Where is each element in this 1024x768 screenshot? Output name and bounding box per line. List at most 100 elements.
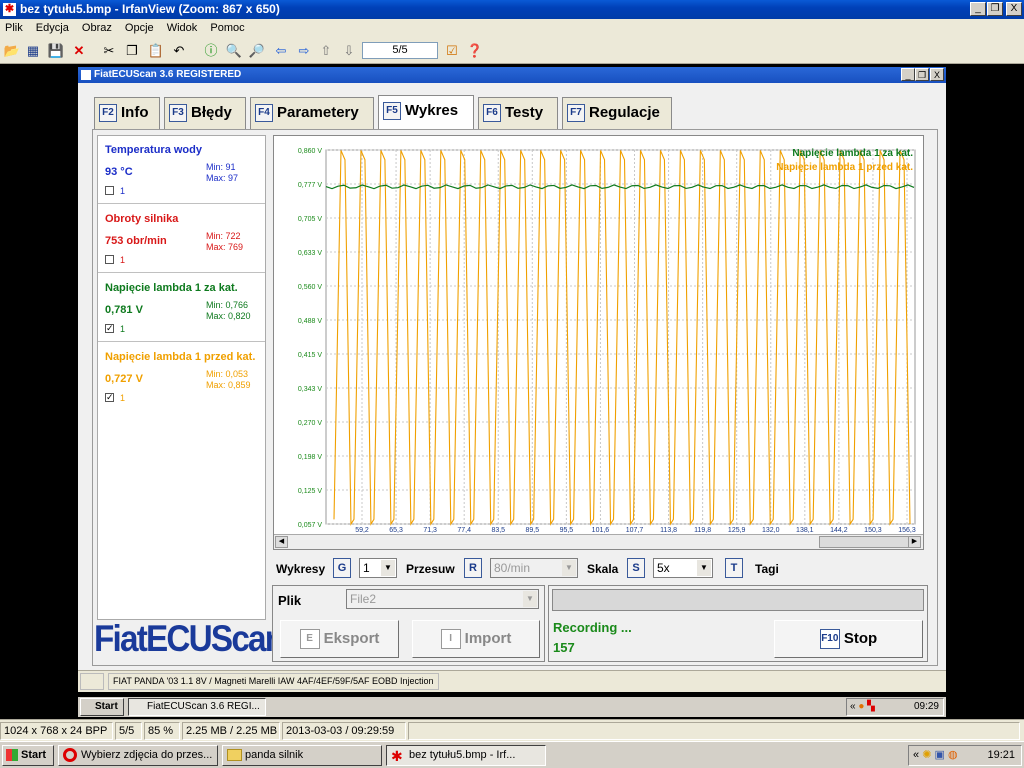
sensor-checkbox[interactable] — [105, 255, 114, 264]
przesuw-label: Przesuw — [406, 562, 455, 576]
wykresy-select[interactable]: 1 ▼ — [359, 558, 397, 578]
tab-regulacje[interactable]: F7 Regulacje — [562, 97, 672, 129]
menu-pomoc[interactable]: Pomoc — [205, 19, 249, 37]
close-button[interactable]: X — [1006, 2, 1022, 16]
tray-flag-icon[interactable]: ▚ — [867, 701, 875, 712]
task-irfanview[interactable]: ✱ bez tytułu5.bmp - Irf... — [386, 745, 546, 766]
previous-icon[interactable]: ⇦ — [272, 42, 290, 60]
up-icon[interactable]: ⇧ — [317, 42, 335, 60]
task-label: Wybierz zdjęcia do przes... — [81, 749, 213, 761]
scroll-thumb[interactable] — [819, 536, 909, 548]
inner-task-fiatecuscan[interactable]: FiatECUScan 3.6 REGI... — [128, 698, 266, 716]
minimize-button[interactable]: _ — [970, 2, 986, 16]
tab-wykres[interactable]: F5 Wykres — [378, 95, 474, 129]
menu-opcje[interactable]: Opcje — [120, 19, 159, 37]
import-button[interactable]: I Import — [412, 620, 540, 658]
chart-area: 0,860 V 0,777 V 0,705 V 0,633 V 0,560 V 0,488… — [273, 135, 924, 550]
skala-value: 5x — [657, 561, 670, 575]
restore-button[interactable]: ❐ — [987, 2, 1003, 16]
app-restore-button[interactable]: ❐ — [915, 68, 929, 81]
undo-icon[interactable]: ↶ — [170, 42, 188, 60]
stop-button[interactable]: F10 Stop — [774, 620, 923, 658]
zoom-in-icon[interactable]: 🔍 — [225, 42, 243, 60]
inner-start-button[interactable]: Start — [80, 698, 124, 716]
menu-widok[interactable]: Widok — [162, 19, 203, 37]
antivirus-icon[interactable]: ◍ — [948, 749, 958, 761]
info-icon[interactable]: ⓘ — [202, 42, 220, 60]
tagi-key[interactable]: T — [725, 558, 743, 578]
sensor-min: Min: 0,053 — [206, 369, 249, 379]
sun-icon[interactable]: ✺ — [922, 749, 931, 761]
network-icon[interactable]: ▣ — [934, 749, 944, 761]
przesuw-select[interactable]: 80/min ▼ — [490, 558, 578, 578]
next-icon[interactable]: ⇨ — [295, 42, 313, 60]
sensor-value: 93 °C — [105, 166, 133, 178]
x-tick-label: 132,0 — [762, 527, 780, 534]
tab-info[interactable]: F2 Info — [94, 97, 160, 129]
line-chart: 0,860 V 0,777 V 0,705 V 0,633 V 0,560 V 0,488… — [298, 148, 916, 534]
dropdown-arrow-icon[interactable]: ▼ — [523, 591, 537, 607]
skala-key[interactable]: S — [627, 558, 645, 578]
dropdown-arrow-icon[interactable]: ▼ — [697, 560, 711, 576]
app-close-button[interactable]: X — [930, 68, 944, 81]
dropdown-arrow-icon[interactable]: ▼ — [381, 560, 395, 576]
menu-obraz[interactable]: Obraz — [77, 19, 117, 37]
help-icon[interactable]: ❓ — [466, 42, 484, 60]
tab-key: F5 — [383, 102, 401, 121]
tray-app-icon[interactable]: ● — [858, 701, 864, 712]
tab-label: Wykres — [405, 102, 459, 119]
file-select[interactable]: File2 ▼ — [346, 589, 539, 609]
tab-bledy[interactable]: F3 Błędy — [164, 97, 246, 129]
przesuw-key[interactable]: R — [464, 558, 482, 578]
tray-chevron-icon[interactable]: « — [913, 749, 919, 761]
wykresy-key[interactable]: G — [333, 558, 351, 578]
file-date: 2013-03-03 / 09:29:59 — [282, 722, 406, 740]
tab-parametery[interactable]: F4 Parametery — [250, 97, 374, 129]
task-opera[interactable]: Wybierz zdjęcia do przes... — [58, 745, 218, 766]
sensor-value: 0,781 V — [105, 304, 143, 316]
menu-bar: Plik Edycja Obraz Opcje Widok Pomoc — [0, 19, 1024, 38]
import-label: Import — [464, 630, 512, 647]
y-tick-label: 0,415 V — [298, 352, 322, 359]
scroll-right-icon[interactable]: ▶ — [908, 536, 921, 548]
sensor-obroty: Obroty silnika 753 obr/min Min: 722 Max: … — [98, 205, 265, 273]
open-folder-icon[interactable]: 📂 — [3, 42, 21, 60]
cut-icon[interactable]: ✂ — [100, 42, 118, 60]
menu-edycja[interactable]: Edycja — [31, 19, 74, 37]
sensor-minmax: Min: 0,053 Max: 0,859 — [206, 369, 251, 391]
import-key: I — [440, 629, 461, 650]
menu-plik[interactable]: Plik — [0, 19, 28, 37]
eksport-button[interactable]: E Eksport — [280, 620, 399, 658]
chart-hscrollbar[interactable]: ◀ ▶ — [274, 534, 923, 549]
copy-icon[interactable]: ❐ — [123, 42, 141, 60]
irfanview-statusbar: 1024 x 768 x 24 BPP 5/5 85 % 2.25 MB / 2… — [0, 719, 1024, 741]
tray-chevron-icon[interactable]: « — [850, 701, 856, 712]
zoom-out-icon[interactable]: 🔎 — [248, 42, 266, 60]
tab-testy[interactable]: F6 Testy — [478, 97, 558, 129]
sensor-temperatura: Temperatura wody 93 °C Min: 91 Max: 97 1 — [98, 136, 265, 204]
app-minimize-button[interactable]: _ — [901, 68, 915, 81]
scroll-left-icon[interactable]: ◀ — [275, 536, 288, 548]
save-icon[interactable]: 💾 — [47, 42, 65, 60]
start-button[interactable]: Start — [2, 745, 54, 766]
eksport-key: E — [299, 629, 320, 650]
sensor-checkbox[interactable]: ✓ — [105, 393, 114, 402]
page-indicator[interactable]: 5/5 — [362, 42, 438, 59]
skala-select[interactable]: 5x ▼ — [653, 558, 713, 578]
x-tick-label: 71,3 — [423, 527, 437, 534]
down-icon[interactable]: ⇩ — [340, 42, 358, 60]
checklist-icon[interactable]: ☑ — [443, 42, 461, 60]
task-folder[interactable]: panda silnik — [222, 745, 382, 766]
inner-tray: « ● ▚ 09:29 — [846, 698, 944, 716]
x-tick-label: 77,4 — [457, 527, 471, 534]
dropdown-arrow-icon[interactable]: ▼ — [562, 560, 576, 576]
vehicle-info: FIAT PANDA '03 1.1 8V / Magneti Marelli … — [108, 673, 439, 690]
tab-key: F7 — [567, 104, 585, 123]
thumbnails-icon[interactable]: ▦ — [24, 42, 42, 60]
przesuw-value: 80/min — [494, 561, 531, 575]
x-tick-label: 125,9 — [728, 527, 746, 534]
sensor-checkbox[interactable] — [105, 186, 114, 195]
sensor-checkbox[interactable]: ✓ — [105, 324, 114, 333]
delete-icon[interactable]: ✕ — [70, 42, 88, 60]
paste-icon[interactable]: 📋 — [147, 42, 165, 60]
